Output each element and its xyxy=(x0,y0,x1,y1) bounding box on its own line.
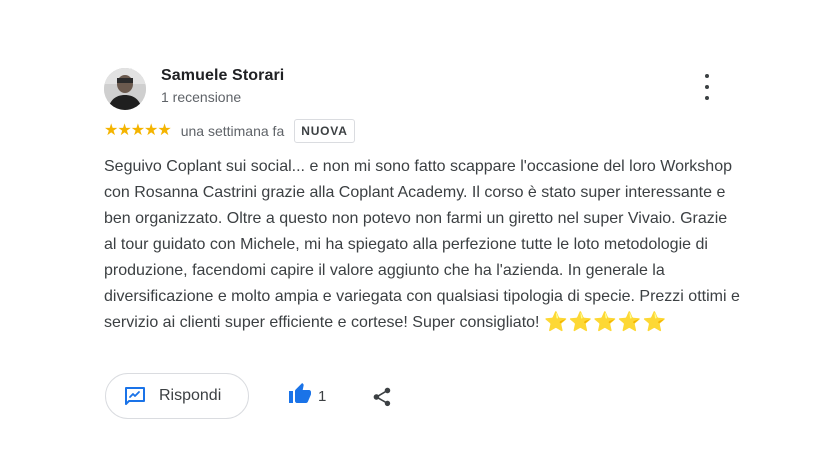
reply-icon xyxy=(123,384,147,408)
more-options-button[interactable] xyxy=(695,74,719,100)
reply-label: Rispondi xyxy=(159,387,222,404)
like-count: 1 xyxy=(318,387,327,405)
new-badge: NUOVA xyxy=(294,119,355,143)
share-icon xyxy=(373,387,391,407)
star-rating: ★★★★★ xyxy=(104,122,172,139)
review-text: Seguivo Coplant sui social... e non mi s… xyxy=(104,154,744,336)
thumb-up-icon xyxy=(288,382,312,411)
review-date: una settimana fa xyxy=(180,123,285,139)
avatar[interactable] xyxy=(104,68,146,110)
avatar-photo xyxy=(104,68,146,110)
rating-row: ★★★★★ una settimana fa NUOVA xyxy=(104,118,355,144)
review-count: 1 recensione xyxy=(161,89,242,105)
review-body: Seguivo Coplant sui social... e non mi s… xyxy=(104,158,740,331)
more-vert-icon xyxy=(705,74,709,78)
reply-button[interactable]: Rispondi xyxy=(105,373,249,419)
share-button[interactable] xyxy=(370,385,394,409)
emoji-stars: ⭐⭐⭐⭐⭐ xyxy=(543,312,668,333)
like-button[interactable]: 1 xyxy=(288,382,327,411)
author-name[interactable]: Samuele Storari xyxy=(161,67,284,85)
